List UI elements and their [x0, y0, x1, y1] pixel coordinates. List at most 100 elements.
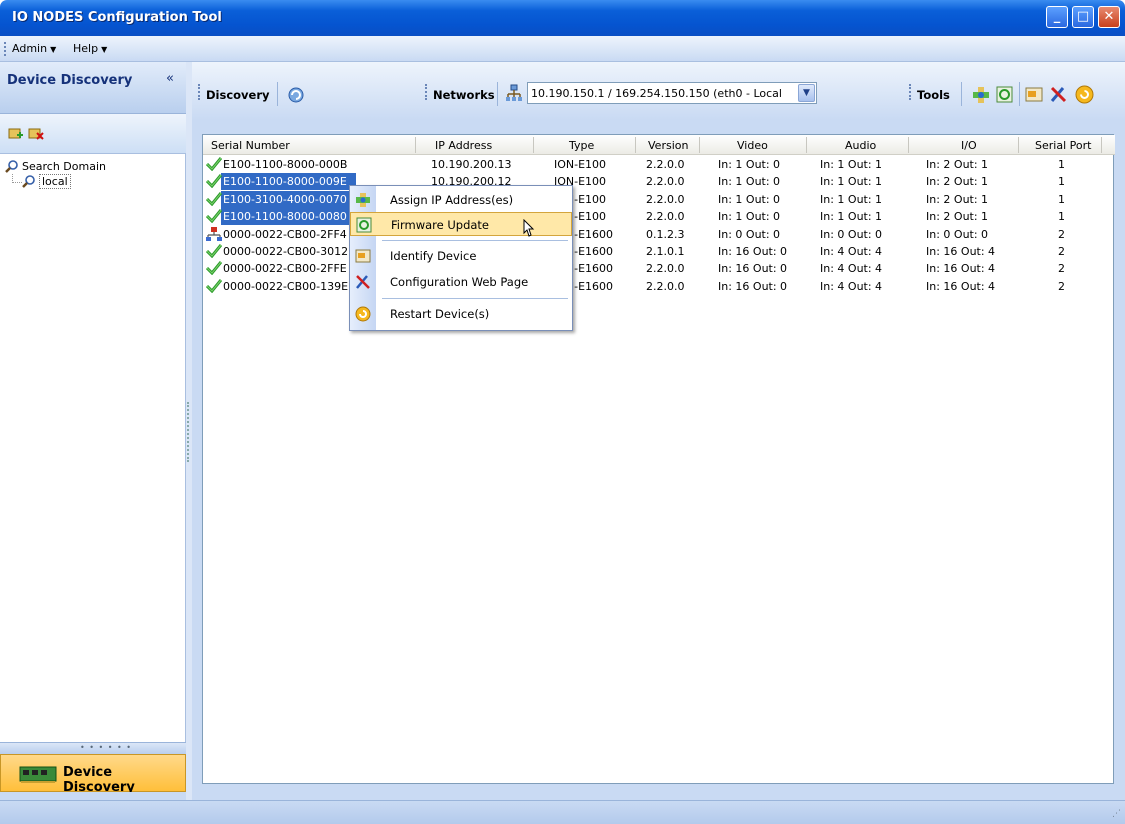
cell-version: 2.2.0.0: [646, 175, 685, 189]
col-serial-port[interactable]: Serial Port: [1035, 139, 1091, 152]
col-io[interactable]: I/O: [961, 139, 977, 152]
table-row[interactable]: E100-1100-8000-000B 10.190.200.13 ION-E100…: [203, 156, 1115, 173]
cell-version: 2.2.0.0: [646, 279, 685, 293]
cell-serial: E100-1100-8000-009E: [223, 175, 347, 189]
column-divider[interactable]: [415, 137, 416, 153]
check-icon: [206, 174, 222, 189]
ctx-config-web-page[interactable]: Configuration Web Page: [350, 270, 572, 294]
table-row[interactable]: 0000-0022-CB00-2FF4 ION-E1600 0.1.2.3 In: 0…: [203, 226, 1115, 243]
cell-audio: In: 1 Out: 1: [820, 210, 883, 224]
ctx-config-web-page-label: Configuration Web Page: [390, 275, 529, 289]
ctx-assign-ip[interactable]: Assign IP Address(es): [350, 188, 572, 212]
minimize-button[interactable]: _: [1046, 6, 1068, 28]
menu-admin[interactable]: Admin ▼: [12, 42, 56, 55]
left-panel-toolbar: [0, 114, 186, 154]
search-icon: [5, 160, 18, 173]
tools-icon[interactable]: [1049, 85, 1068, 104]
ctx-restart-devices[interactable]: Restart Device(s): [350, 302, 572, 326]
column-divider[interactable]: [806, 137, 807, 153]
table-row[interactable]: E100-3100-4000-0070 ION-E100 2.2.0.0 In: 1 …: [203, 190, 1115, 208]
col-type[interactable]: Type: [569, 139, 594, 152]
splitter-grip: [187, 402, 189, 462]
networks-label: Networks: [433, 88, 495, 102]
restart-icon: [355, 306, 371, 322]
tools-label: Tools: [917, 88, 950, 102]
context-menu-separator: [382, 240, 568, 241]
network-card-icon: [19, 766, 57, 783]
col-audio[interactable]: Audio: [845, 139, 876, 152]
remove-domain-icon[interactable]: [28, 126, 44, 142]
refresh-icon[interactable]: [288, 87, 304, 103]
column-divider[interactable]: [908, 137, 909, 153]
col-serial-number[interactable]: Serial Number: [211, 139, 290, 152]
check-icon: [206, 157, 222, 171]
panel-splitter[interactable]: • • • • • •: [0, 742, 186, 754]
chevron-down-icon[interactable]: ▼: [798, 84, 815, 102]
collapse-icon[interactable]: «: [166, 71, 174, 86]
ctx-assign-ip-label: Assign IP Address(es): [390, 193, 514, 207]
menu-help-label: Help: [73, 42, 99, 55]
menu-help[interactable]: Help ▼: [73, 42, 107, 55]
cell-video: In: 1 Out: 0: [718, 192, 781, 206]
firmware-update-icon[interactable]: [996, 86, 1013, 103]
cell-video: In: 16 Out: 0: [718, 245, 788, 258]
cell-port: 2: [1058, 245, 1065, 258]
cell-audio: In: 1 Out: 1: [820, 192, 883, 206]
column-divider[interactable]: [533, 137, 534, 153]
cell-audio: In: 1 Out: 1: [820, 175, 883, 189]
col-video[interactable]: Video: [737, 139, 768, 152]
close-button[interactable]: ✕: [1098, 6, 1120, 28]
table-row[interactable]: 0000-0022-CB00-3012 ION-E1600 2.1.0.1 In: 1…: [203, 243, 1115, 260]
resize-grip-icon[interactable]: ⋰: [1112, 809, 1121, 819]
cell-version: 2.2.0.0: [646, 192, 685, 206]
check-icon: [206, 191, 222, 206]
left-panel-footer: [0, 792, 186, 800]
cell-audio: In: 4 Out: 4: [820, 262, 883, 276]
cell-video: In: 16 Out: 0: [718, 262, 788, 276]
column-divider[interactable]: [1101, 137, 1102, 153]
col-ip-address[interactable]: IP Address: [435, 139, 492, 152]
assign-ip-icon[interactable]: [972, 86, 990, 104]
cell-version: 2.2.0.0: [646, 210, 685, 224]
cell-port: 2: [1058, 227, 1065, 241]
cell-port: 1: [1058, 175, 1065, 189]
ctx-identify-device[interactable]: Identify Device: [350, 244, 572, 268]
cursor-icon: [523, 219, 535, 237]
cell-io: In: 2 Out: 1: [926, 175, 989, 189]
maximize-button[interactable]: □: [1072, 6, 1094, 28]
toolbar-separator: [961, 82, 962, 106]
table-row[interactable]: E100-1100-8000-0080 ION-E100 2.2.0.0 In: 1 …: [203, 208, 1115, 226]
table-row[interactable]: 0000-0022-CB00-139E ION-E1600 2.2.0.0 In: 1…: [203, 278, 1115, 295]
ctx-firmware-update-label: Firmware Update: [391, 218, 490, 232]
network-select[interactable]: 10.190.150.1 / 169.254.150.150 (eth0 - L…: [527, 82, 817, 104]
tree-search-domain[interactable]: Search Domain: [22, 160, 106, 173]
cell-io: In: 2 Out: 1: [926, 210, 989, 224]
discovery-label: Discovery: [206, 88, 270, 102]
table-row[interactable]: E100-1100-8000-009E 10.190.200.12 ION-E100…: [203, 173, 1115, 191]
cell-video: In: 1 Out: 0: [718, 158, 781, 171]
column-divider[interactable]: [1018, 137, 1019, 153]
toolbar-grip: [198, 84, 200, 100]
ctx-firmware-update[interactable]: Firmware Update: [350, 212, 572, 237]
cell-audio: In: 4 Out: 4: [820, 245, 883, 258]
network-warning-icon: [206, 226, 222, 241]
nav-device-discovery-label: Device Discovery: [63, 765, 135, 795]
device-table: Serial Number IP Address Type Version Vi…: [202, 134, 1115, 784]
add-domain-icon[interactable]: [8, 126, 24, 142]
chevron-down-icon: ▼: [50, 45, 57, 54]
restart-icon[interactable]: [1075, 85, 1094, 104]
column-divider[interactable]: [635, 137, 636, 153]
tools-icon: [356, 275, 370, 289]
table-row[interactable]: 0000-0022-CB00-2FFE ION-E1600 2.2.0.0 In: 1…: [203, 260, 1115, 277]
cell-version: 2.1.0.1: [646, 245, 685, 258]
column-divider[interactable]: [699, 137, 700, 153]
tree-local[interactable]: local: [39, 174, 71, 189]
identify-device-icon[interactable]: [1025, 86, 1043, 103]
network-select-value: 10.190.150.1 / 169.254.150.150 (eth0 - L…: [531, 87, 782, 100]
cell-audio: In: 0 Out: 0: [820, 227, 883, 241]
cell-port: 1: [1058, 210, 1065, 224]
col-version[interactable]: Version: [648, 139, 688, 152]
cell-serial: 0000-0022-CB00-2FF4: [223, 227, 347, 241]
nav-device-discovery[interactable]: Device Discovery: [0, 754, 186, 795]
close-icon: ✕: [1103, 9, 1115, 24]
